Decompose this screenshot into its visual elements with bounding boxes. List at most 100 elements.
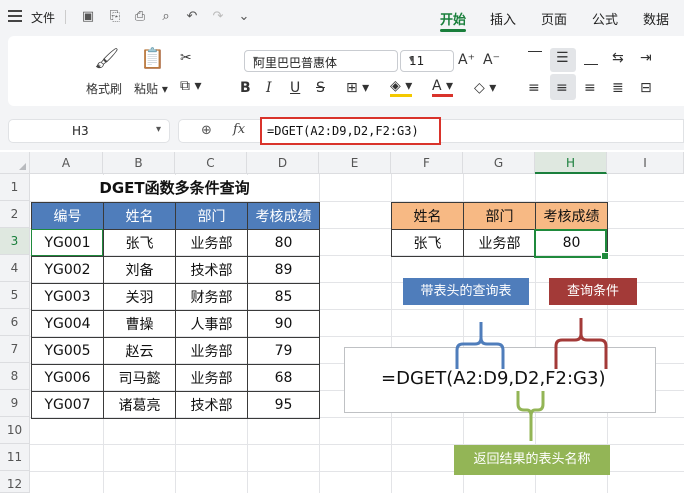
header-cell[interactable]: 姓名	[391, 202, 464, 230]
name-box[interactable]: H3 ▾	[8, 119, 170, 143]
justify-icon[interactable]: ≣	[612, 80, 624, 96]
font-color-icon[interactable]: A ▾	[432, 78, 454, 97]
formula-input[interactable]: =DGET(A2:D9,D2,F2:G3)	[260, 117, 441, 145]
align-top-icon[interactable]: ⎺	[528, 50, 542, 66]
row-header-5[interactable]: 5	[0, 282, 30, 309]
save-icon[interactable]: ▣	[80, 8, 96, 24]
row-header-1[interactable]: 1	[0, 174, 30, 201]
table-cell[interactable]: 95	[247, 391, 320, 419]
clear-format-icon[interactable]: ◇ ▾	[474, 80, 496, 96]
border-icon[interactable]: ⊞ ▾	[346, 80, 369, 96]
format-painter-icon[interactable]: 🖌	[94, 46, 119, 70]
header-cell[interactable]: 考核成绩	[247, 202, 320, 230]
format-painter-button[interactable]: 格式刷	[86, 80, 122, 97]
header-cell[interactable]: 考核成绩	[535, 202, 608, 230]
file-menu[interactable]: 文件	[31, 9, 55, 26]
table-cell[interactable]: YG005	[31, 337, 104, 365]
tab-home[interactable]: 开始	[440, 9, 466, 28]
tab-formula[interactable]: 公式	[592, 9, 618, 28]
paste-icon[interactable]: 📋	[140, 46, 165, 70]
tab-page[interactable]: 页面	[541, 9, 567, 28]
table-cell[interactable]: 89	[247, 256, 320, 284]
column-header-g[interactable]: G	[463, 152, 535, 174]
row-header-11[interactable]: 11	[0, 444, 30, 471]
decrease-font-icon[interactable]: A⁻	[483, 52, 500, 68]
table-cell[interactable]: 业务部	[175, 364, 248, 392]
table-cell[interactable]: 业务部	[463, 229, 536, 257]
table-cell[interactable]: 赵云	[103, 337, 176, 365]
header-cell[interactable]: 部门	[463, 202, 536, 230]
table-cell[interactable]: YG002	[31, 256, 104, 284]
font-size-select[interactable]: 11 ▾	[400, 50, 454, 72]
bold-icon[interactable]: B	[240, 80, 251, 96]
strikethrough-icon[interactable]: S	[316, 80, 325, 96]
row-header-12[interactable]: 12	[0, 471, 30, 493]
table-cell[interactable]: 张飞	[103, 229, 176, 257]
table-cell[interactable]: YG006	[31, 364, 104, 392]
chevron-down-icon[interactable]: ⌄	[236, 8, 252, 24]
header-cell[interactable]: 部门	[175, 202, 248, 230]
row-header-8[interactable]: 8	[0, 363, 30, 390]
align-left-icon[interactable]: ≡	[528, 80, 540, 96]
table-cell[interactable]: 79	[247, 337, 320, 365]
row-header-6[interactable]: 6	[0, 309, 30, 336]
row-header-2[interactable]: 2	[0, 201, 30, 228]
table-cell[interactable]: 司马懿	[103, 364, 176, 392]
table-cell[interactable]: 诸葛亮	[103, 391, 176, 419]
print-preview-icon[interactable]: ⌕	[158, 8, 174, 24]
undo-icon[interactable]: ↶	[184, 8, 200, 24]
align-middle-icon[interactable]: ☰	[556, 50, 569, 66]
table-cell[interactable]: 80	[247, 229, 320, 257]
select-all-corner[interactable]	[0, 152, 30, 174]
align-bottom-icon[interactable]: ⎽	[584, 50, 598, 66]
cut-icon[interactable]: ✂	[180, 50, 192, 66]
table-cell[interactable]: 曹操	[103, 310, 176, 338]
table-cell[interactable]: 关羽	[103, 283, 176, 311]
copy-icon[interactable]: ⧉ ▾	[180, 78, 201, 94]
indent-icon[interactable]: ⇥	[640, 50, 652, 66]
sheet-title[interactable]: DGET函数多条件查询	[31, 175, 318, 201]
row-header-3[interactable]: 3	[0, 228, 30, 255]
table-cell[interactable]: 业务部	[175, 337, 248, 365]
export-icon[interactable]: ⎘	[107, 8, 123, 24]
tab-insert[interactable]: 插入	[490, 9, 516, 28]
row-header-10[interactable]: 10	[0, 417, 30, 444]
column-header-a[interactable]: A	[30, 152, 103, 174]
row-header-7[interactable]: 7	[0, 336, 30, 363]
italic-icon[interactable]: I	[266, 80, 272, 96]
underline-icon[interactable]: U	[290, 80, 300, 96]
column-header-f[interactable]: F	[391, 152, 463, 174]
column-header-i[interactable]: I	[607, 152, 684, 174]
table-cell[interactable]: 人事部	[175, 310, 248, 338]
table-cell[interactable]: YG003	[31, 283, 104, 311]
table-cell[interactable]: 张飞	[391, 229, 464, 257]
fill-color-icon[interactable]: ◈ ▾	[390, 78, 413, 97]
table-cell[interactable]: YG007	[31, 391, 104, 419]
table-cell[interactable]: 业务部	[175, 229, 248, 257]
table-cell[interactable]: 85	[247, 283, 320, 311]
distribute-icon[interactable]: ⊟	[640, 80, 652, 96]
zoom-icon[interactable]: ⊕	[201, 123, 212, 138]
row-header-9[interactable]: 9	[0, 390, 30, 417]
redo-icon[interactable]: ↷	[210, 8, 226, 24]
wrap-text-icon[interactable]: ⇆	[612, 50, 624, 66]
print-icon[interactable]: ⎙	[132, 8, 148, 24]
table-cell[interactable]: 刘备	[103, 256, 176, 284]
table-cell[interactable]: 财务部	[175, 283, 248, 311]
increase-font-icon[interactable]: A⁺	[458, 52, 475, 68]
fx-icon[interactable]: fx	[233, 122, 245, 137]
column-header-b[interactable]: B	[103, 152, 175, 174]
column-header-h[interactable]: H	[535, 152, 607, 174]
align-center-icon[interactable]: ≡	[556, 80, 568, 96]
column-header-c[interactable]: C	[175, 152, 247, 174]
table-cell[interactable]: YG004	[31, 310, 104, 338]
table-cell[interactable]: 技术部	[175, 256, 248, 284]
column-header-d[interactable]: D	[247, 152, 319, 174]
column-header-e[interactable]: E	[319, 152, 391, 174]
table-cell[interactable]: 技术部	[175, 391, 248, 419]
font-name-select[interactable]: 阿里巴巴普惠体 ▾	[244, 50, 398, 72]
row-header-4[interactable]: 4	[0, 255, 30, 282]
table-cell[interactable]: 68	[247, 364, 320, 392]
menu-icon[interactable]	[8, 10, 22, 22]
header-cell[interactable]: 姓名	[103, 202, 176, 230]
